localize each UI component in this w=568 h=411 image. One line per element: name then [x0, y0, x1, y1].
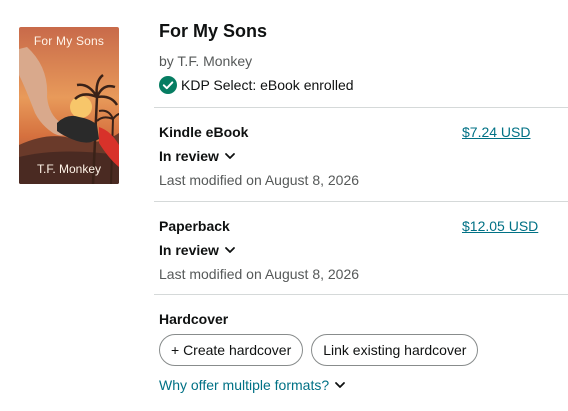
kdp-select-status: KDP Select: eBook enrolled	[159, 76, 568, 94]
divider	[154, 201, 568, 202]
cover-title: For My Sons	[33, 34, 105, 48]
last-modified: Last modified on August 8, 2026	[159, 266, 360, 282]
why-multiple-formats-link[interactable]: Why offer multiple formats?	[159, 376, 559, 394]
create-hardcover-button[interactable]: + Create hardcover	[159, 334, 304, 366]
status-label: In review	[159, 148, 219, 164]
format-hardcover: Hardcover + Create hardcover Link existi…	[159, 310, 559, 394]
why-multiple-formats-label: Why offer multiple formats?	[159, 377, 330, 393]
format-name: Hardcover	[159, 311, 229, 327]
hardcover-actions: + Create hardcover Link existing hardcov…	[159, 334, 559, 366]
chevron-down-icon	[225, 153, 235, 159]
cover-author: T.F. Monkey	[36, 162, 102, 176]
format-paperback: Paperback In review Last modified on Aug…	[159, 217, 539, 283]
divider	[154, 107, 568, 108]
status-dropdown[interactable]: In review	[159, 147, 539, 165]
chevron-down-icon	[225, 247, 235, 253]
last-modified: Last modified on August 8, 2026	[159, 172, 360, 188]
format-kindle-ebook: Kindle eBook In review Last modified on …	[159, 123, 539, 189]
status-label: In review	[159, 242, 219, 258]
author-line: by T.F. Monkey	[159, 53, 253, 69]
price-link[interactable]: $7.24 USD	[462, 123, 530, 141]
kdp-select-label: KDP Select: eBook enrolled	[181, 77, 354, 93]
divider	[154, 294, 568, 295]
book-cover: For My Sons T.F. Monkey	[19, 27, 119, 184]
price-link[interactable]: $12.05 USD	[462, 217, 538, 235]
status-dropdown[interactable]: In review	[159, 241, 539, 259]
check-circle-icon	[159, 76, 177, 94]
link-existing-hardcover-button[interactable]: Link existing hardcover	[311, 334, 479, 366]
book-title: For My Sons	[159, 21, 268, 41]
book-details: For My Sons by T.F. Monkey KDP Select: e…	[159, 18, 568, 94]
chevron-down-icon	[335, 382, 346, 388]
cover-artwork	[19, 27, 119, 184]
